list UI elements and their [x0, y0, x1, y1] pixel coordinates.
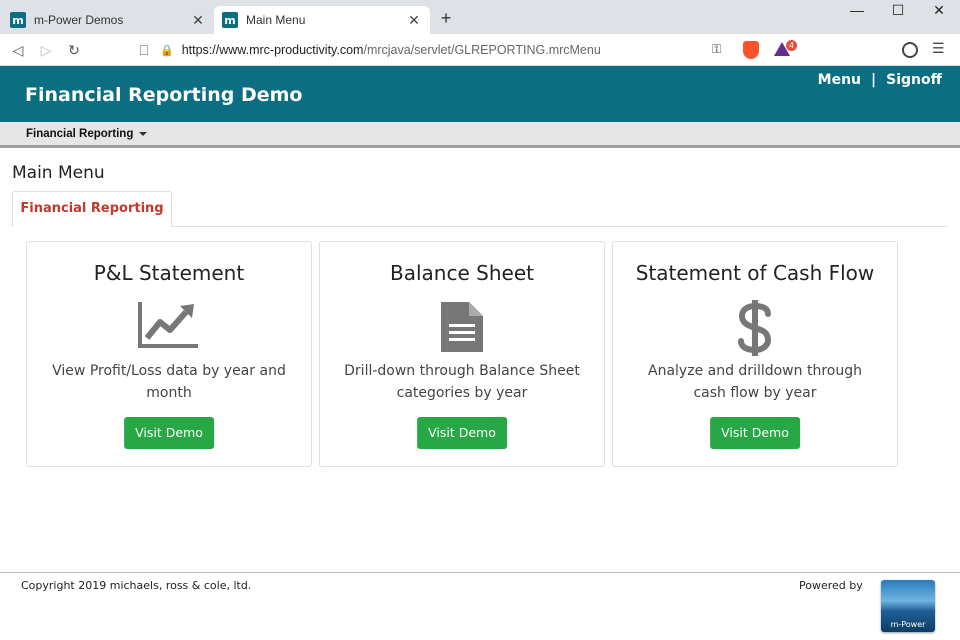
close-window-button[interactable]: ✕ [924, 2, 954, 19]
mpower-favicon-icon: m [222, 12, 238, 28]
app-header: Financial Reporting Demo Menu | Signoff [0, 66, 960, 122]
document-icon [439, 300, 485, 359]
minimize-button[interactable]: — [842, 2, 872, 18]
subnav-financial-reporting[interactable]: Financial Reporting [26, 128, 148, 140]
dollar-icon [738, 300, 772, 361]
card-balance-sheet: Balance Sheet Drill-down through Balance… [319, 241, 605, 467]
url-path: /mrcjava/servlet/GLREPORTING.mrcMenu [363, 43, 601, 57]
browser-tab-bar: m m-Power Demos ✕ m Main Menu ✕ + — ☐ ✕ [0, 0, 960, 34]
tab-financial-reporting[interactable]: Financial Reporting [12, 191, 172, 227]
profile-icon[interactable] [902, 42, 918, 58]
rewards-badge: 4 [786, 40, 797, 51]
subnav-bar: Financial Reporting [0, 122, 960, 148]
close-tab-icon[interactable]: ✕ [406, 12, 422, 29]
reload-icon[interactable]: ↻ [64, 40, 84, 60]
card-title: P&L Statement [93, 261, 245, 285]
header-links: Menu | Signoff [818, 72, 942, 88]
address-bar[interactable]: 🔒 https://www.mrc-productivity.com/mrcja… [160, 38, 770, 62]
browser-tab-title: m-Power Demos [34, 13, 124, 27]
card-description: View Profit/Loss data by year and month [52, 363, 286, 401]
signoff-link[interactable]: Signoff [886, 72, 942, 88]
card-pl-statement: P&L Statement View Profit/Loss data by y… [26, 241, 312, 467]
menu-link[interactable]: Menu [818, 72, 861, 88]
card-title: Statement of Cash Flow [635, 261, 875, 285]
footer-divider [0, 572, 960, 573]
browser-menu-icon[interactable]: ☰ [932, 40, 945, 57]
card-title: Balance Sheet [390, 261, 534, 285]
new-tab-button[interactable]: + [436, 8, 456, 29]
browser-tab-mpower-demos[interactable]: m m-Power Demos ✕ [2, 6, 214, 34]
maximize-button[interactable]: ☐ [883, 2, 913, 19]
header-separator: | [871, 72, 877, 88]
forward-icon[interactable]: ▷ [36, 40, 56, 60]
card-description: Analyze and drilldown through cash flow … [648, 363, 862, 401]
browser-toolbar: ◁ ▷ ↻ ⎕ 🔒 https://www.mrc-productivity.c… [0, 34, 960, 66]
subnav-item-label: Financial Reporting [26, 128, 134, 140]
visit-demo-button[interactable]: Visit Demo [417, 417, 507, 449]
app-title: Financial Reporting Demo [25, 84, 303, 106]
brave-shield-icon[interactable] [743, 41, 759, 59]
mpower-favicon-icon: m [10, 12, 26, 28]
line-chart-icon [138, 300, 200, 353]
caret-down-icon [139, 131, 148, 136]
mpower-logo[interactable]: m-Power [881, 580, 935, 632]
key-icon[interactable]: ⚿ [712, 42, 721, 57]
powered-by-text: Powered by [799, 579, 863, 592]
page-title: Main Menu [12, 163, 105, 183]
close-tab-icon[interactable]: ✕ [190, 12, 206, 29]
visit-demo-button[interactable]: Visit Demo [710, 417, 800, 449]
card-cash-flow: Statement of Cash Flow Analyze and drill… [612, 241, 898, 467]
back-icon[interactable]: ◁ [8, 40, 28, 60]
browser-tab-title: Main Menu [246, 13, 306, 27]
lock-icon: 🔒 [160, 44, 174, 57]
card-description: Drill-down through Balance Sheet categor… [344, 363, 580, 401]
visit-demo-button[interactable]: Visit Demo [124, 417, 214, 449]
mpower-logo-text: m-Power [890, 620, 926, 629]
url-host: https://www.mrc-productivity.com [181, 43, 364, 57]
bookmark-icon[interactable]: ⎕ [134, 40, 154, 60]
browser-tab-main-menu[interactable]: m Main Menu ✕ [214, 6, 430, 34]
copyright-text: Copyright 2019 michaels, ross & cole, lt… [21, 579, 252, 592]
